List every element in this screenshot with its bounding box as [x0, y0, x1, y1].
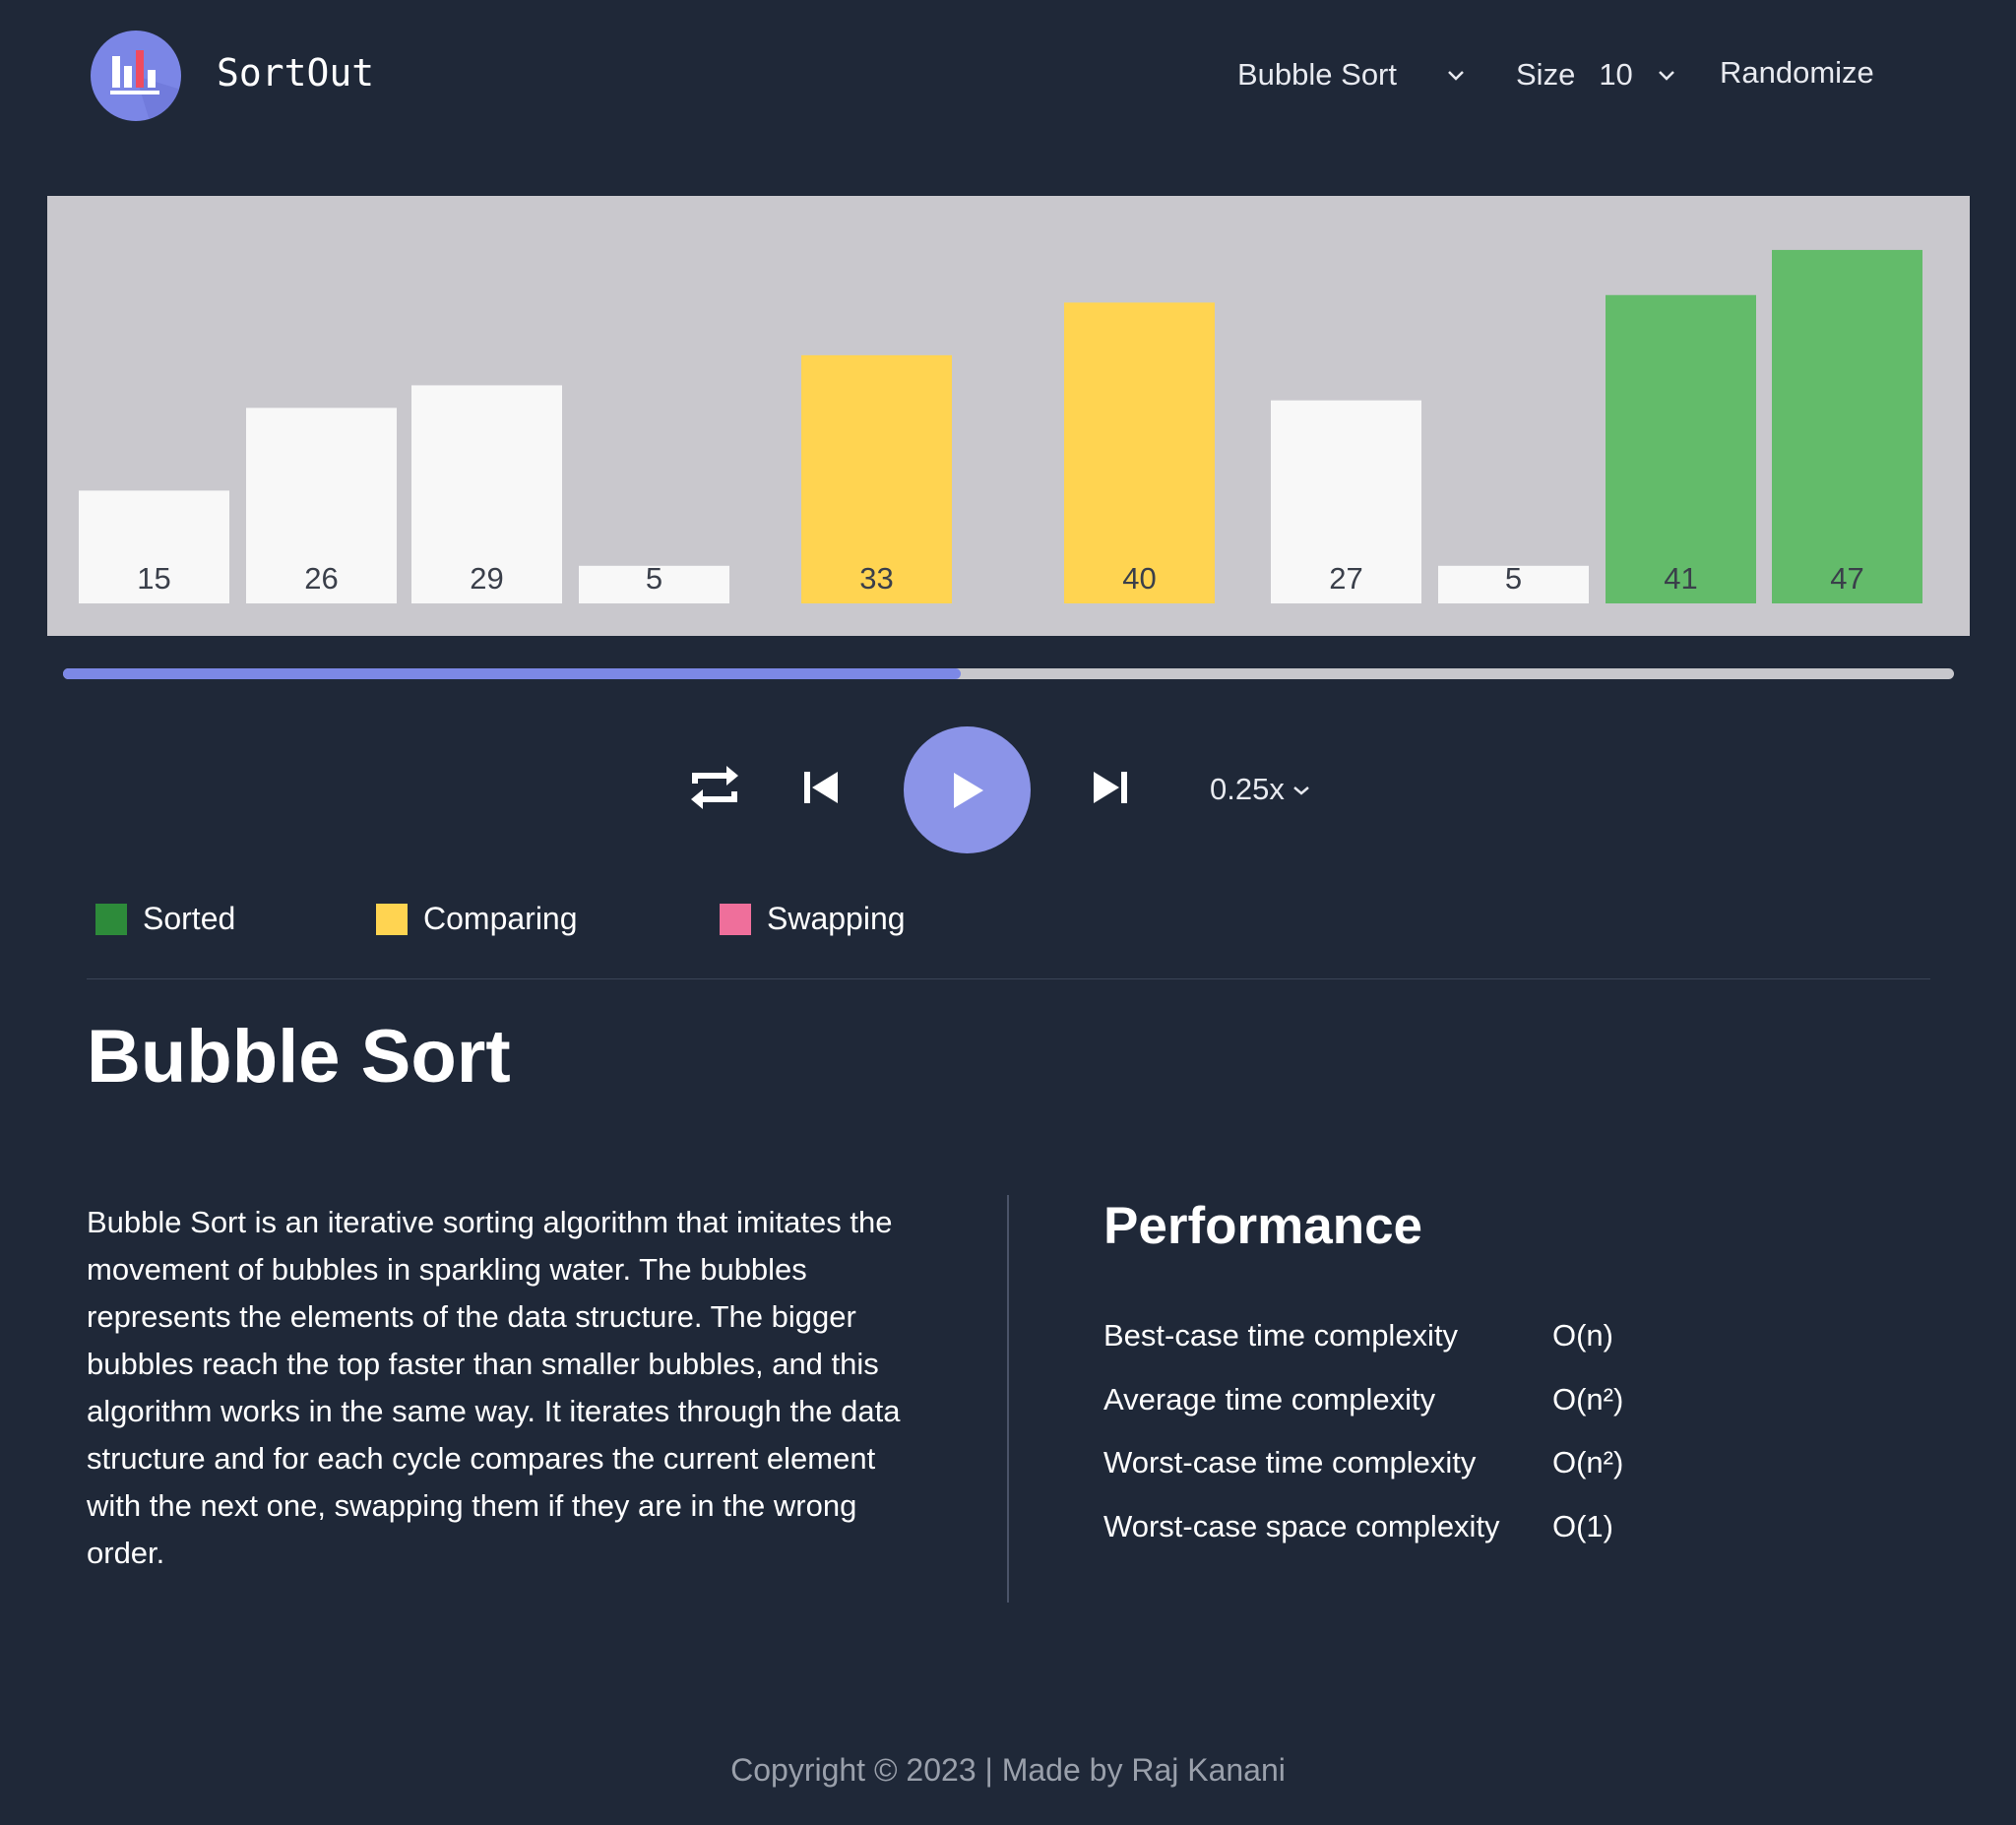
bar-chart: 15 26 29 5 33 40 27 5 41 47: [47, 196, 1970, 636]
brand-name: SortOut: [217, 51, 375, 94]
play-button[interactable]: [904, 726, 1031, 853]
bar-value-label: 33: [859, 561, 893, 596]
next-step-button[interactable]: [1090, 768, 1129, 807]
size-label: Size: [1516, 57, 1576, 92]
legend-swatch-swapping: [720, 903, 751, 935]
repeat-button[interactable]: [687, 760, 742, 815]
bar-value-label: 5: [1505, 561, 1522, 596]
performance-value: O(n²): [1552, 1445, 1624, 1479]
bar-value-label: 26: [304, 561, 338, 596]
performance-label: Worst-case space complexity: [1103, 1509, 1500, 1543]
performance-value: O(n²): [1552, 1382, 1624, 1416]
progress-fill: [63, 668, 962, 679]
performance-value: O(1): [1552, 1509, 1613, 1543]
algorithm-select-value: Bubble Sort: [1237, 57, 1397, 92]
performance-title: Performance: [1103, 1197, 1423, 1255]
play-icon: [953, 772, 983, 808]
page-title: Bubble Sort: [87, 1015, 511, 1099]
logo-bar-chart-icon[interactable]: [91, 31, 181, 121]
progress-bar[interactable]: [63, 668, 1954, 679]
chevron-down-icon: [1446, 61, 1466, 89]
randomize-button[interactable]: Randomize: [1720, 55, 1874, 91]
size-select[interactable]: Size 10: [1516, 57, 1676, 93]
bar-value-label: 29: [470, 561, 503, 596]
performance-label: Worst-case time complexity: [1103, 1445, 1477, 1479]
bar-chart-svg: 15 26 29 5 33 40 27 5 41 47: [79, 249, 1922, 604]
performance-value: O(n): [1552, 1318, 1613, 1353]
algorithm-select[interactable]: Bubble Sort: [1237, 57, 1466, 93]
bar-value-label: 27: [1329, 561, 1362, 596]
chevron-down-icon: [1292, 777, 1310, 802]
performance-label: Average time complexity: [1103, 1382, 1436, 1416]
footer-copyright: Copyright © 2023 | Made by Raj Kanani: [730, 1752, 1286, 1788]
speed-value: 0.25x: [1210, 772, 1285, 806]
bar-sorted: [1772, 249, 1922, 604]
legend-label: Comparing: [423, 901, 578, 936]
speed-select[interactable]: 0.25x: [1210, 772, 1310, 807]
legend-swatch-sorted: [95, 903, 127, 935]
bar-value-label: 40: [1122, 561, 1156, 596]
vertical-divider: [1007, 1195, 1009, 1603]
legend-swatch-comparing: [376, 903, 408, 935]
chevron-down-icon: [1657, 61, 1676, 89]
legend-comparing: Comparing: [376, 901, 578, 937]
header: SortOut Bubble Sort Size 10 Randomize: [0, 0, 2016, 148]
size-value: 10: [1599, 57, 1633, 92]
bar-comparing: [1064, 302, 1215, 603]
bar-value-label: 15: [137, 561, 170, 596]
legend-sorted: Sorted: [95, 901, 235, 937]
bar-value-label: 47: [1830, 561, 1863, 596]
section-divider: [87, 978, 1930, 979]
legend-label: Sorted: [143, 901, 236, 936]
legend-swapping: Swapping: [720, 901, 906, 937]
previous-step-button[interactable]: [802, 768, 842, 807]
algorithm-description: Bubble Sort is an iterative sorting algo…: [87, 1205, 901, 1570]
repeat-icon: [691, 766, 738, 809]
performance-label: Best-case time complexity: [1103, 1318, 1459, 1353]
legend-label: Swapping: [767, 901, 906, 936]
bar-value-label: 5: [646, 561, 662, 596]
bar-sorted: [1606, 294, 1756, 603]
skip-previous-icon: [804, 772, 838, 803]
skip-next-icon: [1094, 772, 1127, 803]
bar-value-label: 41: [1664, 561, 1697, 596]
